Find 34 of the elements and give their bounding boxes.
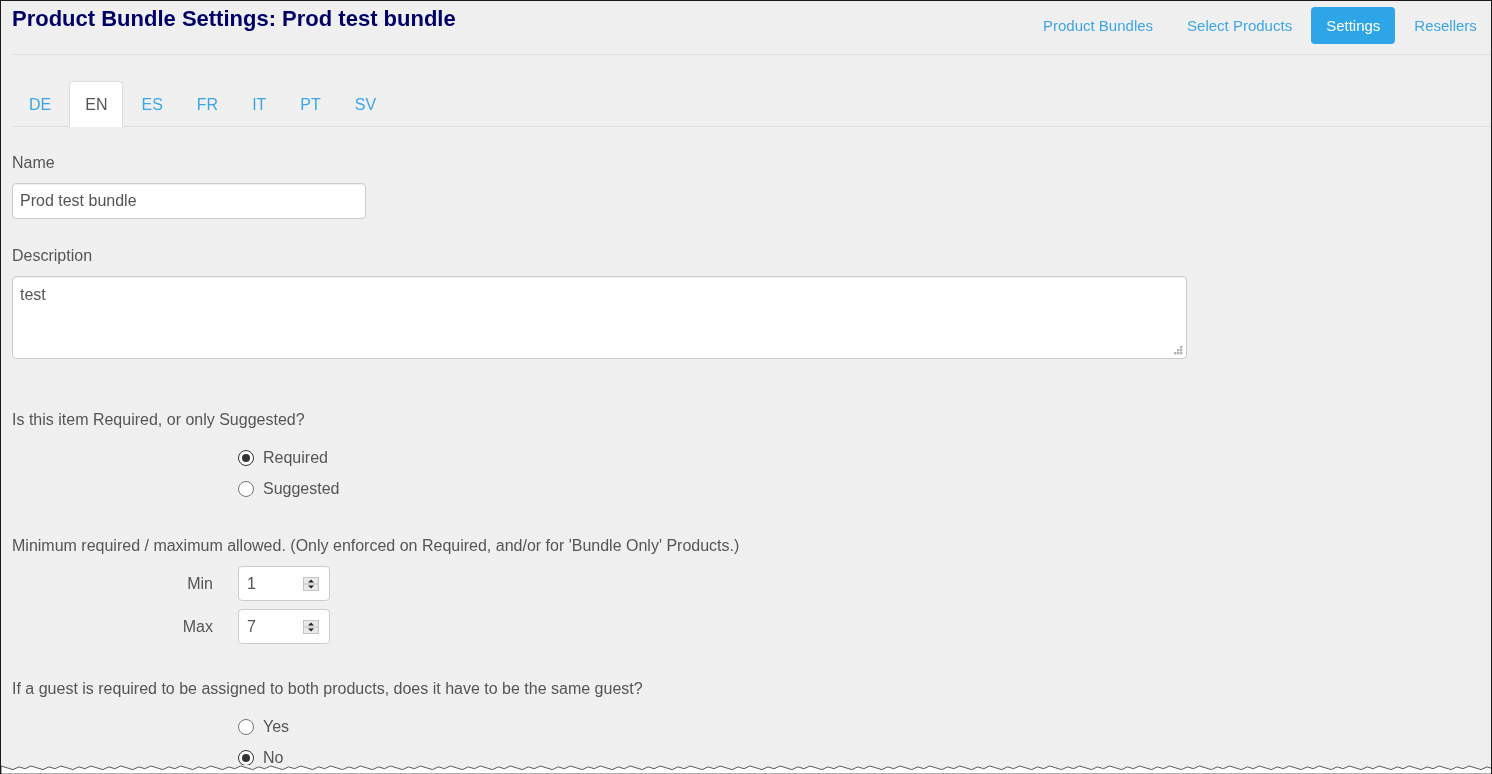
radio-button[interactable] (238, 719, 254, 735)
field-label: Description (12, 246, 93, 266)
description-textarea[interactable]: test (12, 276, 1187, 359)
radio-button[interactable] (238, 750, 254, 765)
nav-pill[interactable]: Select Products (1172, 7, 1308, 44)
language-tab[interactable]: PT (284, 81, 337, 127)
language-tab[interactable]: FR (180, 81, 235, 127)
question-text: Is this item Required, or only Suggested? (12, 410, 305, 430)
language-tab[interactable]: IT (236, 81, 283, 127)
limit-label: Max (182, 616, 213, 637)
nav-pill[interactable]: Product Bundles (1028, 7, 1169, 44)
radio-label: Yes (263, 717, 290, 737)
radio-label: Required (263, 448, 328, 468)
resize-grip-icon[interactable] (1173, 345, 1183, 355)
radio-label: No (263, 748, 284, 765)
language-tab[interactable]: DE (13, 81, 68, 127)
spinner-icon[interactable] (303, 576, 319, 591)
name-input[interactable]: Prod test bundle (12, 183, 366, 219)
radio-button[interactable] (238, 481, 254, 497)
field-label: Name (12, 153, 55, 173)
language-tab[interactable]: ES (125, 81, 179, 127)
radio-button[interactable] (238, 450, 254, 466)
spinner-icon[interactable] (303, 619, 319, 634)
limits-caption: Minimum required / maximum allowed. (Only enforced on Required, and/or for 'Bundle Only' Products.) (12, 536, 740, 556)
number-input[interactable]: 1 (238, 566, 330, 601)
question-text: If a guest is required to be assigned to both products, does it have to be the same guest? (12, 679, 643, 699)
radio-label: Suggested (263, 479, 340, 499)
nav-pill[interactable]: Settings (1311, 7, 1396, 44)
limit-label: Min (187, 573, 213, 594)
page-title: Product Bundle Settings: Prod test bundle (12, 6, 456, 32)
nav-pill[interactable]: Resellers (1399, 7, 1477, 44)
language-tab[interactable]: SV (338, 81, 393, 127)
number-input[interactable]: 7 (238, 609, 330, 644)
language-tab[interactable]: EN (69, 81, 124, 127)
